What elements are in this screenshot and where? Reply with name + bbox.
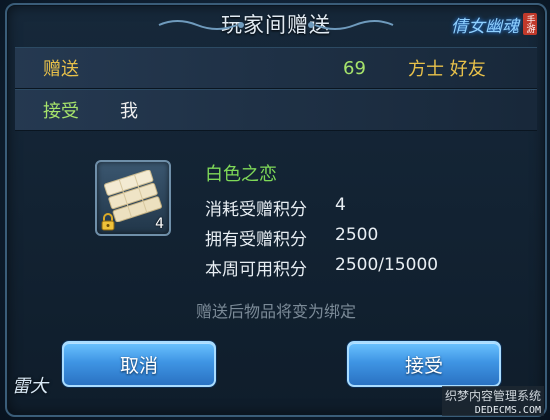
item-slot[interactable]: 4 <box>95 160 171 236</box>
stat-weekly: 本周可用积分 2500/15000 <box>205 255 438 280</box>
cancel-button[interactable]: 取消 <box>62 341 216 387</box>
gift-dialog: 玩家间赠送 倩女幽魂 手游 赠送 69 方士 好友 接受 我 4 白色之恋 消耗… <box>5 3 547 417</box>
stat-owned-value: 2500 <box>335 225 379 245</box>
corner-logo: 雷大 <box>12 376 48 397</box>
stat-cost-value: 4 <box>335 195 346 215</box>
gift-label: 赠送 <box>43 59 79 80</box>
stat-owned-label: 拥有受赠积分 <box>205 230 307 250</box>
watermark-line2: DEDECMS.COM <box>441 405 544 416</box>
watermark: 织梦内容管理系统 DEDECMS.COM <box>441 386 544 416</box>
receiver-name: 我 <box>120 101 138 122</box>
item-quantity: 4 <box>155 216 164 232</box>
receive-row: 接受 我 <box>15 89 537 131</box>
game-logo: 倩女幽魂 手游 <box>437 9 537 39</box>
title-ornament-left <box>158 20 244 30</box>
stat-cost-label: 消耗受赠积分 <box>205 200 307 220</box>
stat-weekly-value: 2500/15000 <box>335 255 439 275</box>
bind-note: 赠送后物品将变为绑定 <box>195 302 356 321</box>
item-name: 白色之恋 <box>205 164 277 185</box>
receive-label: 接受 <box>43 101 79 122</box>
title-ornament-right <box>308 20 394 30</box>
stat-weekly-label: 本周可用积分 <box>205 260 307 280</box>
watermark-line1: 织梦内容管理系统 <box>441 386 544 405</box>
gift-friend: 方士 好友 <box>408 59 486 80</box>
game-logo-text: 倩女幽魂 <box>451 16 519 37</box>
gift-points: 69 <box>343 57 366 79</box>
stat-cost: 消耗受赠积分 4 <box>205 195 346 220</box>
stat-owned: 拥有受赠积分 2500 <box>205 225 378 250</box>
accept-button[interactable]: 接受 <box>347 341 501 387</box>
game-logo-seal: 手游 <box>523 13 537 35</box>
gift-row: 赠送 69 方士 好友 <box>15 47 537 89</box>
lock-icon <box>101 213 115 231</box>
